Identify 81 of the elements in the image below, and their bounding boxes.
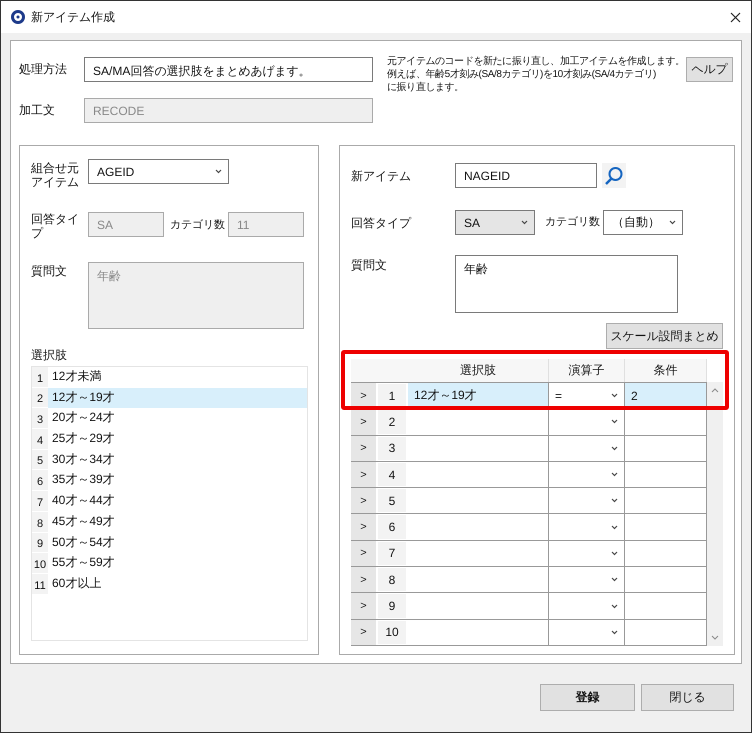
choice-cell[interactable]: 12才～19才 — [408, 383, 549, 408]
row-marker[interactable]: > — [351, 593, 376, 619]
row-marker[interactable]: > — [351, 620, 376, 645]
window-title: 新アイテム作成 — [31, 8, 116, 26]
caret-icon — [611, 550, 618, 556]
choice-item[interactable]: 4 25才～29才 — [32, 429, 307, 450]
caret-icon — [611, 524, 618, 530]
row-number: 2 — [378, 410, 406, 434]
caret-icon — [611, 393, 618, 398]
row-marker[interactable]: > — [351, 514, 376, 540]
row-marker[interactable]: > — [351, 383, 376, 408]
row-number: 3 — [378, 436, 406, 460]
search-button[interactable] — [602, 163, 626, 188]
field-label: 組合せ元アイテム — [31, 160, 80, 189]
row-number: 6 — [378, 515, 406, 539]
condition-cell[interactable]: 2 — [625, 383, 707, 408]
row-number: 8 — [378, 568, 406, 592]
field-label: 質問文 — [31, 263, 68, 278]
field-label: 回答タイプ — [351, 215, 412, 230]
answer-type-dropdown[interactable]: SA — [455, 210, 535, 235]
choice-item[interactable]: 5 30才～34才 — [32, 450, 307, 470]
caret-icon — [669, 220, 676, 225]
source-item-dropdown[interactable]: AGEID — [88, 159, 229, 184]
choice-item[interactable]: 9 50才～54才 — [32, 532, 307, 554]
choice-item[interactable]: 3 20才～24才 — [32, 408, 307, 430]
help-button[interactable]: ヘルプ — [686, 57, 733, 82]
caret-icon — [611, 630, 618, 635]
scroll-up-icon[interactable] — [711, 388, 719, 393]
field-label: 処理方法 — [19, 61, 68, 76]
field-label: 質問文 — [351, 257, 388, 272]
description-text: に振り直します。 — [387, 81, 465, 94]
row-number: 5 — [378, 489, 406, 512]
column-header: 演算子 — [549, 359, 625, 382]
choice-item[interactable]: 11 60才以上 — [32, 574, 307, 595]
row-number: 4 — [378, 462, 406, 486]
column-header: 選択肢 — [408, 359, 549, 382]
field-label: 回答タイプ — [31, 212, 80, 240]
choice-item[interactable]: 6 35才～39才 — [32, 470, 307, 492]
question-field[interactable]: 年齢 — [455, 255, 678, 313]
row-number: 10 — [378, 620, 406, 644]
list-label: 選択肢 — [31, 348, 68, 362]
row-number: 7 — [378, 542, 406, 566]
field-label: カテゴリ数 — [545, 215, 601, 229]
close-icon[interactable] — [730, 12, 741, 22]
choice-item[interactable]: 2 12才～19才 — [32, 388, 307, 408]
close-button[interactable]: 閉じる — [641, 684, 734, 711]
field-label: 加工文 — [19, 102, 56, 117]
row-number: 1 — [378, 384, 406, 408]
column-header: 条件 — [625, 359, 707, 382]
caret-icon — [611, 472, 618, 478]
new-item-field[interactable]: NAGEID — [455, 163, 597, 188]
register-button[interactable]: 登録 — [540, 684, 635, 711]
description-text: 例えば、年齢5才刻み(SA/8カテゴリ)を10才刻み(SA/4カテゴリ) — [387, 68, 657, 81]
choice-item[interactable]: 1 12才未満 — [32, 367, 307, 388]
caret-icon — [611, 419, 618, 424]
caret-icon — [611, 577, 618, 582]
choice-item[interactable]: 7 40才～44才 — [32, 491, 307, 512]
choice-item[interactable]: 10 55才～59才 — [32, 553, 307, 574]
search-icon — [604, 166, 624, 186]
category-count-dropdown[interactable]: （自動） — [603, 210, 683, 235]
scroll-down-icon[interactable] — [711, 634, 719, 640]
caret-icon — [611, 446, 618, 451]
method-field[interactable]: SA/MA回答の選択肢をまとめあげます。 — [84, 57, 373, 82]
row-marker[interactable]: > — [351, 567, 376, 592]
choice-item[interactable]: 8 45才～49才 — [32, 512, 307, 532]
description-text: 元アイテムのコードを新たに振り直し、加工アイテムを作成します。 — [387, 55, 679, 68]
caret-icon — [611, 604, 618, 609]
field-label: 新アイテム — [351, 168, 412, 183]
field-label: カテゴリ数 — [170, 218, 226, 232]
scale-merge-button[interactable]: スケール設問まとめ — [606, 323, 723, 349]
scrollbar[interactable] — [707, 382, 723, 646]
row-marker[interactable]: > — [351, 462, 376, 488]
row-marker[interactable]: > — [351, 409, 376, 435]
row-marker[interactable]: > — [351, 488, 376, 514]
row-marker[interactable]: > — [351, 436, 376, 461]
caret-icon — [611, 498, 618, 504]
row-number: 9 — [378, 594, 406, 618]
caret-icon — [215, 169, 222, 174]
app-logo-icon — [11, 10, 25, 24]
row-marker[interactable]: > — [351, 540, 376, 566]
caret-icon — [521, 220, 528, 225]
